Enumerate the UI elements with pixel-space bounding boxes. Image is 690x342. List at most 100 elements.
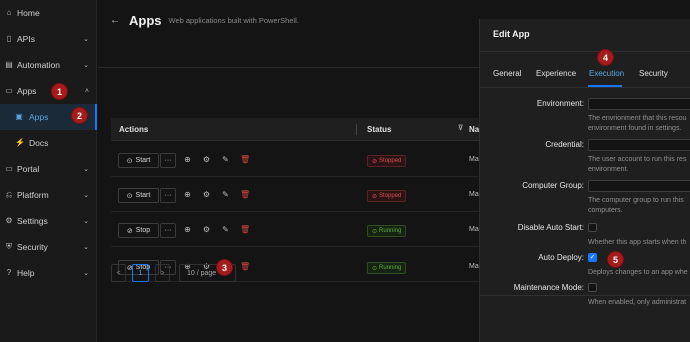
- chevron-down-icon: ⌄: [83, 270, 89, 277]
- sidebar-item-label: Apps: [17, 86, 37, 96]
- column-divider: [356, 124, 357, 135]
- pagination-prev-button[interactable]: <: [111, 264, 126, 282]
- sidebar-item-home[interactable]: ⌂ Home: [0, 0, 97, 26]
- tab-security[interactable]: Security: [639, 69, 668, 78]
- checkmark-icon: ✓: [589, 254, 596, 261]
- pagination-page-1[interactable]: 1: [132, 264, 149, 282]
- docs-icon: ⚡: [15, 138, 25, 147]
- annotation-marker: 5: [608, 252, 623, 267]
- environment-select[interactable]: [588, 98, 690, 110]
- gear-icon[interactable]: ⚙: [202, 155, 211, 164]
- maintenance-mode-help: When enabled, only administrat: [588, 299, 687, 306]
- more-button[interactable]: ···: [160, 223, 176, 238]
- apps-icon: ▭: [5, 86, 13, 95]
- more-button[interactable]: ···: [160, 188, 176, 203]
- delete-icon[interactable]: 🗑: [240, 155, 250, 164]
- column-header-status[interactable]: Status: [367, 125, 391, 134]
- settings-icon: ⚙: [5, 216, 13, 225]
- credential-select[interactable]: [588, 139, 690, 151]
- app-icon: ▣: [15, 112, 23, 121]
- arrow-left-icon[interactable]: ←: [110, 15, 120, 26]
- status-badge: ⊙ Running: [367, 262, 407, 274]
- tab-experience[interactable]: Experience: [536, 69, 576, 78]
- globe-icon[interactable]: ⊕: [183, 190, 192, 199]
- page-header: ← Apps Web applications built with Power…: [110, 10, 299, 30]
- start-button[interactable]: ⊙ Start: [118, 188, 159, 203]
- credential-help: environment.: [588, 166, 629, 173]
- edit-icon[interactable]: ✎: [221, 155, 230, 164]
- auto-deploy-label: Auto Deploy:: [538, 253, 584, 262]
- pagination-next-button[interactable]: >: [155, 264, 170, 282]
- stopped-icon: ⊘: [372, 158, 378, 165]
- drawer-title: Edit App: [493, 29, 530, 39]
- chevron-down-icon: ⌄: [83, 244, 89, 251]
- annotation-marker: 1: [52, 84, 67, 99]
- delete-icon[interactable]: 🗑: [240, 225, 250, 234]
- gear-icon[interactable]: ⚙: [202, 190, 211, 199]
- platform-icon: ⎌: [5, 190, 13, 199]
- computer-group-label: Computer Group:: [522, 181, 584, 190]
- name-cell: Ma: [469, 191, 479, 198]
- sidebar-item-apis[interactable]: ▯ APIs ⌄: [0, 26, 97, 52]
- auto-deploy-checkbox[interactable]: ✓: [588, 253, 597, 262]
- sidebar-item-settings[interactable]: ⚙ Settings ⌄: [0, 208, 97, 234]
- status-badge: ⊘ Stopped: [367, 190, 407, 202]
- globe-icon[interactable]: ⊕: [183, 225, 192, 234]
- chevron-down-icon: ⌄: [83, 62, 89, 69]
- sidebar-item-security[interactable]: ⛨ Security ⌄: [0, 234, 97, 260]
- maintenance-mode-checkbox[interactable]: [588, 283, 597, 292]
- running-icon: ⊙: [372, 228, 378, 235]
- automation-icon: ▤: [5, 60, 13, 69]
- sidebar: ⌂ Home ▯ APIs ⌄ ▤ Automation ⌄ ▭ Apps ˄ …: [0, 0, 97, 342]
- edit-icon[interactable]: ✎: [221, 225, 230, 234]
- page-title: Apps: [129, 12, 162, 28]
- environment-help: environment found in settings.: [588, 125, 682, 132]
- portal-icon: ▭: [5, 164, 13, 173]
- status-badge: ⊙ Running: [367, 225, 407, 237]
- sidebar-item-label: Apps: [29, 112, 49, 122]
- sidebar-item-label: APIs: [17, 34, 35, 44]
- edit-icon[interactable]: ✎: [221, 190, 230, 199]
- environment-help: The envrionment that this resou: [588, 115, 687, 122]
- app-root: ⌂ Home ▯ APIs ⌄ ▤ Automation ⌄ ▭ Apps ˄ …: [0, 0, 690, 342]
- disable-auto-start-checkbox[interactable]: [588, 223, 597, 232]
- computer-group-select[interactable]: [588, 180, 690, 192]
- sidebar-item-apps[interactable]: ▭ Apps ˄: [0, 78, 97, 104]
- start-button[interactable]: ⊙ Start: [118, 153, 159, 168]
- computer-group-help: The computer group to run this: [588, 197, 684, 204]
- column-header-name[interactable]: Na: [469, 125, 479, 134]
- sidebar-item-automation[interactable]: ▤ Automation ⌄: [0, 52, 97, 78]
- help-icon: ?: [6, 268, 12, 277]
- sidebar-item-docs[interactable]: ⚡ Docs: [0, 130, 97, 156]
- stop-button[interactable]: ⊘ Stop: [118, 223, 159, 238]
- sidebar-item-label: Security: [17, 242, 48, 252]
- chevron-down-icon: ⌄: [83, 166, 89, 173]
- delete-icon[interactable]: 🗑: [240, 190, 250, 199]
- gear-icon[interactable]: ⚙: [202, 225, 211, 234]
- tab-general[interactable]: General: [493, 69, 521, 78]
- delete-icon[interactable]: 🗑: [240, 262, 250, 271]
- filter-icon[interactable]: ⊽: [458, 124, 463, 132]
- tab-execution[interactable]: Execution: [589, 69, 624, 78]
- sidebar-item-portal[interactable]: ▭ Portal ⌄: [0, 156, 97, 182]
- play-icon: ⊙: [126, 192, 133, 200]
- maintenance-mode-label: Maintenance Mode:: [513, 283, 584, 292]
- name-cell: Ma: [469, 263, 479, 270]
- disable-auto-start-label: Disable Auto Start:: [517, 223, 584, 232]
- sidebar-item-platform[interactable]: ⎌ Platform ⌄: [0, 182, 97, 208]
- sidebar-item-label: Settings: [17, 216, 48, 226]
- sidebar-item-label: Help: [17, 268, 35, 278]
- drawer-tabs: General Experience Execution Security: [480, 52, 690, 88]
- globe-icon[interactable]: ⊕: [183, 155, 192, 164]
- environment-label: Environment:: [536, 99, 584, 108]
- more-button[interactable]: ···: [160, 153, 176, 168]
- sidebar-item-help[interactable]: ? Help ⌄: [0, 260, 97, 286]
- credential-label: Credential:: [545, 140, 584, 149]
- sidebar-item-label: Docs: [29, 138, 49, 148]
- annotation-marker: 2: [72, 108, 87, 123]
- page-subtitle: Web applications built with PowerShell.: [168, 15, 299, 25]
- chevron-down-icon: ⌄: [83, 192, 89, 199]
- annotation-marker: 4: [598, 50, 613, 65]
- edit-app-drawer: Edit App General Experience Execution Se…: [479, 19, 690, 342]
- annotation-marker: 3: [217, 260, 232, 275]
